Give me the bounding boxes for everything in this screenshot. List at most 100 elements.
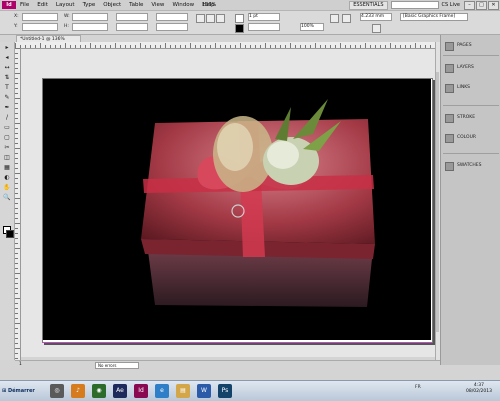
maximize-button[interactable]: □ <box>476 0 487 10</box>
ruler-tick <box>115 43 116 48</box>
stroke-swatch-icon[interactable] <box>235 24 244 33</box>
type-tool-icon[interactable]: T <box>2 83 12 92</box>
ruler-tick <box>95 45 96 48</box>
rectangle-frame-tool-icon[interactable]: ▭ <box>2 123 12 132</box>
panel-colour[interactable]: COLOUR <box>445 133 499 143</box>
fitting-icon[interactable] <box>372 24 381 33</box>
preflight-status[interactable]: No errors <box>95 362 139 369</box>
scissors-tool-icon[interactable]: ✂ <box>2 143 12 152</box>
gradient-tool-icon[interactable]: ▦ <box>2 163 12 172</box>
menu-file[interactable]: File <box>16 0 33 10</box>
zoom-level[interactable]: 136% <box>202 2 216 8</box>
scale-x-field[interactable] <box>116 13 148 21</box>
menu-window[interactable]: Window <box>168 0 198 10</box>
x-field[interactable] <box>22 13 58 21</box>
menu-type[interactable]: Type <box>79 0 100 10</box>
rotation-field[interactable] <box>156 13 188 21</box>
pen-tool-icon[interactable]: ✒ <box>2 103 12 112</box>
flip-horizontal-icon[interactable] <box>196 14 205 23</box>
select-container-icon[interactable] <box>216 14 225 23</box>
ruler-tick <box>200 45 201 48</box>
ruler-tick <box>235 45 236 48</box>
direct-selection-tool-icon[interactable]: ◂ <box>2 53 12 62</box>
width-field[interactable] <box>72 13 108 21</box>
selection-tool-icon[interactable]: ▸ <box>2 43 12 52</box>
taskbar-after-effects-icon[interactable]: Ae <box>113 384 127 398</box>
start-button[interactable]: ⊞ Démarrer <box>2 384 42 398</box>
zoom-tool-icon[interactable]: 🔍 <box>2 193 12 202</box>
effects-icon[interactable] <box>330 14 339 23</box>
stroke-color-icon[interactable] <box>6 230 14 238</box>
menu-object[interactable]: Object <box>99 0 125 10</box>
scale-y-field[interactable] <box>116 23 148 31</box>
taskbar-internet-explorer-icon[interactable]: e <box>155 384 169 398</box>
minimize-button[interactable]: – <box>464 0 475 10</box>
page-tool-icon[interactable]: ↔ <box>2 63 12 72</box>
ruler-tick <box>255 45 256 48</box>
horizontal-ruler[interactable] <box>15 42 435 49</box>
flip-vertical-icon[interactable] <box>206 14 215 23</box>
ruler-tick <box>15 328 18 329</box>
hand-tool-icon[interactable]: ✋ <box>2 183 12 192</box>
close-button[interactable]: ✕ <box>488 0 499 10</box>
taskbar-indesign-icon[interactable]: Id <box>134 384 148 398</box>
offset-field[interactable]: 4.233 mm <box>360 13 392 21</box>
stroke-weight-field[interactable]: 1 pt <box>248 13 280 21</box>
scrollbar-thumb[interactable] <box>436 72 439 332</box>
menu-edit[interactable]: Edit <box>33 0 52 10</box>
taskbar-file-explorer-icon[interactable]: ▤ <box>176 384 190 398</box>
system-clock[interactable]: 4:37 08/02/2013 <box>466 383 492 395</box>
ruler-tick <box>15 133 18 134</box>
language-indicator[interactable]: FR <box>415 385 421 390</box>
object-style-select[interactable]: [Basic Graphics Frame] <box>400 13 468 21</box>
opacity-field[interactable]: 100% <box>300 23 324 31</box>
ruler-tick <box>340 43 341 48</box>
height-field[interactable] <box>72 23 108 31</box>
page-number-field[interactable]: 1 <box>19 361 22 368</box>
taskbar-word-icon[interactable]: W <box>197 384 211 398</box>
gift-box-photo <box>141 99 375 307</box>
links-icon <box>445 83 454 93</box>
line-tool-icon[interactable]: / <box>2 113 12 122</box>
taskbar-chrome-icon[interactable]: ◉ <box>92 384 106 398</box>
ruler-tick <box>15 148 20 149</box>
menu-layout[interactable]: Layout <box>52 0 79 10</box>
stroke-type-field[interactable] <box>248 23 280 31</box>
pencil-tool-icon[interactable]: ✎ <box>2 93 12 102</box>
taskbar-photoshop-icon[interactable]: Ps <box>218 384 232 398</box>
rectangle-tool-icon[interactable]: ▢ <box>2 133 12 142</box>
menu-table[interactable]: Table <box>125 0 147 10</box>
note-tool-icon[interactable]: ◐ <box>2 173 12 182</box>
shear-field[interactable] <box>156 23 188 31</box>
ruler-tick <box>15 298 20 299</box>
menu-view[interactable]: View <box>147 0 168 10</box>
y-field[interactable] <box>22 23 58 31</box>
ruler-tick <box>430 45 431 48</box>
ruler-tick <box>225 45 226 48</box>
workspace-switcher[interactable]: ESSENTIALS <box>349 0 388 10</box>
panel-layers[interactable]: LAYERS <box>445 63 499 73</box>
panel-links[interactable]: LINKS <box>445 83 499 93</box>
placed-image-gift-box[interactable] <box>43 79 431 340</box>
ruler-tick <box>325 45 326 48</box>
ruler-tick <box>345 45 346 48</box>
ruler-tick <box>110 45 111 48</box>
ruler-tick <box>15 193 18 194</box>
search-input[interactable] <box>390 1 439 9</box>
panel-pages[interactable]: PAGES <box>445 41 499 51</box>
panel-stroke[interactable]: STROKE <box>445 113 499 123</box>
ruler-tick <box>420 45 421 48</box>
gap-tool-icon[interactable]: ⇅ <box>2 73 12 82</box>
ruler-tick <box>15 153 18 154</box>
ruler-tick <box>15 268 18 269</box>
ruler-tick <box>15 48 20 49</box>
cs-live-button[interactable]: CS Live <box>442 2 460 8</box>
fill-swatch-icon[interactable] <box>235 14 244 23</box>
free-transform-tool-icon[interactable]: ◫ <box>2 153 12 162</box>
taskbar-media-player-icon[interactable]: ◎ <box>50 384 64 398</box>
ruler-tick <box>285 45 286 48</box>
panel-swatches[interactable]: SWATCHES <box>445 161 499 171</box>
taskbar-music-icon[interactable]: ♪ <box>71 384 85 398</box>
ruler-tick <box>185 45 186 48</box>
text-wrap-icon[interactable] <box>342 14 351 23</box>
